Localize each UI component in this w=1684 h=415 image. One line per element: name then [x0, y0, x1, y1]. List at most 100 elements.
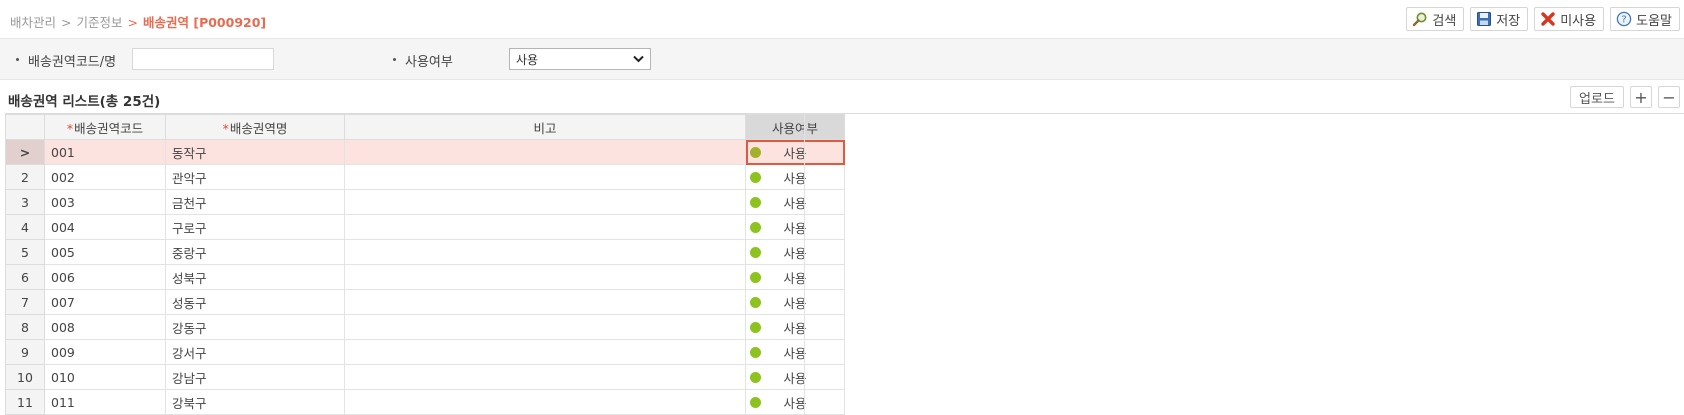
note-cell[interactable]	[344, 339, 746, 365]
header-rownum	[5, 114, 45, 140]
status-dot-icon	[750, 397, 761, 408]
grid-header-row: *배송권역코드 *배송권역명 비고 사용여부	[5, 114, 845, 140]
note-cell[interactable]	[344, 214, 746, 240]
zone-name-cell[interactable]: 강북구	[165, 389, 345, 415]
code-filter-label: 배송권역코드/명	[16, 51, 116, 70]
grid-table: *배송권역코드 *배송권역명 비고 사용여부 >001 동작구 사용 2 002 관악구 사…	[5, 114, 845, 415]
note-cell[interactable]	[344, 389, 746, 415]
breadcrumb-separator: >	[127, 15, 138, 30]
status-dot-icon	[750, 372, 761, 383]
use-select[interactable]: 사용	[509, 48, 651, 70]
zone-name-cell[interactable]: 동작구	[165, 139, 345, 165]
zone-code-cell[interactable]: 004	[44, 214, 166, 240]
table-row[interactable]: 11 011 강북구 사용	[5, 389, 845, 415]
note-cell[interactable]	[344, 239, 746, 265]
top-bar: 배차관리 > 기준정보 > 배송권역 [P000920] 검색 저장 미사용 ? 도움말	[0, 0, 1684, 38]
magnifier-icon	[1412, 11, 1428, 27]
note-cell[interactable]	[344, 289, 746, 315]
zone-grid: *배송권역코드 *배송권역명 비고 사용여부 >001 동작구 사용 2 002 관악구 사…	[5, 113, 1684, 415]
breadcrumb: 배차관리 > 기준정보 > 배송권역 [P000920]	[10, 12, 266, 31]
note-cell[interactable]	[344, 189, 746, 215]
zone-name-cell[interactable]: 성동구	[165, 289, 345, 315]
row-number-cell[interactable]: 3	[5, 189, 45, 215]
zone-code-cell[interactable]: 011	[44, 389, 166, 415]
table-row[interactable]: 4 004 구로구 사용	[5, 214, 845, 240]
close-x-icon	[1540, 11, 1556, 27]
table-row[interactable]: 3 003 금천구 사용	[5, 189, 845, 215]
row-number-cell[interactable]: >	[5, 139, 45, 165]
zone-name-cell[interactable]: 관악구	[165, 164, 345, 190]
zone-name-cell[interactable]: 금천구	[165, 189, 345, 215]
row-number-cell[interactable]: 11	[5, 389, 45, 415]
table-row[interactable]: 8 008 강동구 사용	[5, 314, 845, 340]
toolbar: 검색 저장 미사용 ? 도움말	[1406, 7, 1680, 31]
zone-code-cell[interactable]: 009	[44, 339, 166, 365]
table-row[interactable]: 9 009 강서구 사용	[5, 339, 845, 365]
zone-name-cell[interactable]: 강남구	[165, 364, 345, 390]
note-cell[interactable]	[344, 264, 746, 290]
search-panel: 배송권역코드/명 사용여부 사용	[0, 38, 1684, 80]
zone-code-cell[interactable]: 006	[44, 264, 166, 290]
status-dot-icon	[750, 147, 761, 158]
note-cell[interactable]	[344, 164, 746, 190]
table-row[interactable]: 7 007 성동구 사용	[5, 289, 845, 315]
row-number-cell[interactable]: 5	[5, 239, 45, 265]
zone-code-cell[interactable]: 008	[44, 314, 166, 340]
table-row[interactable]: 10 010 강남구 사용	[5, 364, 845, 390]
header-zone-name[interactable]: *배송권역명	[165, 114, 345, 140]
row-number-cell[interactable]: 8	[5, 314, 45, 340]
zone-code-cell[interactable]: 005	[44, 239, 166, 265]
breadcrumb-item-dispatch[interactable]: 배차관리	[10, 15, 56, 30]
table-row[interactable]: >001 동작구 사용	[5, 139, 845, 165]
save-button[interactable]: 저장	[1470, 7, 1529, 31]
upload-button[interactable]: 업로드	[1570, 86, 1624, 108]
note-cell[interactable]	[344, 314, 746, 340]
zone-code-cell[interactable]: 003	[44, 189, 166, 215]
zone-code-cell[interactable]: 001	[44, 139, 166, 165]
row-number-cell[interactable]: 2	[5, 164, 45, 190]
zone-name-cell[interactable]: 강서구	[165, 339, 345, 365]
search-button[interactable]: 검색	[1406, 7, 1465, 31]
search-button-label: 검색	[1432, 13, 1457, 29]
help-button-label: 도움말	[1636, 13, 1672, 29]
zone-name-cell[interactable]: 구로구	[165, 214, 345, 240]
zone-code-cell[interactable]: 007	[44, 289, 166, 315]
note-cell[interactable]	[344, 364, 746, 390]
status-dot-icon	[750, 172, 761, 183]
zone-name-cell[interactable]: 성북구	[165, 264, 345, 290]
save-button-label: 저장	[1496, 13, 1521, 29]
svg-text:?: ?	[1621, 15, 1626, 26]
row-number-cell[interactable]: 10	[5, 364, 45, 390]
disable-button[interactable]: 미사용	[1534, 7, 1605, 31]
table-row[interactable]: 2 002 관악구 사용	[5, 164, 845, 190]
bullet-dot	[393, 58, 396, 61]
zone-name-cell[interactable]: 강동구	[165, 314, 345, 340]
row-number-cell[interactable]: 7	[5, 289, 45, 315]
row-number-cell[interactable]: 9	[5, 339, 45, 365]
table-row[interactable]: 6 006 성북구 사용	[5, 264, 845, 290]
help-question-icon: ?	[1616, 11, 1632, 27]
status-dot-icon	[750, 272, 761, 283]
zone-code-cell[interactable]: 010	[44, 364, 166, 390]
use-select-value: 사용	[516, 52, 539, 67]
note-cell[interactable]	[344, 139, 746, 165]
help-button[interactable]: ? 도움말	[1610, 7, 1680, 31]
status-dot-icon	[750, 247, 761, 258]
remove-row-button[interactable]: −	[1658, 86, 1680, 108]
row-number-cell[interactable]: 6	[5, 264, 45, 290]
header-zone-code[interactable]: *배송권역코드	[44, 114, 166, 140]
header-note[interactable]: 비고	[344, 114, 746, 140]
code-name-input[interactable]	[132, 48, 274, 70]
zone-name-cell[interactable]: 중랑구	[165, 239, 345, 265]
add-row-button[interactable]: +	[1630, 86, 1652, 108]
breadcrumb-current: 배송권역 [P000920]	[143, 15, 267, 30]
disable-button-label: 미사용	[1560, 13, 1597, 29]
breadcrumb-item-master[interactable]: 기준정보	[77, 15, 123, 30]
floppy-disk-icon	[1476, 11, 1492, 27]
row-number-cell[interactable]: 4	[5, 214, 45, 240]
grid-body: >001 동작구 사용 2 002 관악구 사용 3 003 금천구 사용 4 004 구로구 사용 5 005…	[5, 139, 845, 415]
grid-empty-area	[804, 114, 1684, 414]
status-dot-icon	[750, 297, 761, 308]
zone-code-cell[interactable]: 002	[44, 164, 166, 190]
table-row[interactable]: 5 005 중랑구 사용	[5, 239, 845, 265]
